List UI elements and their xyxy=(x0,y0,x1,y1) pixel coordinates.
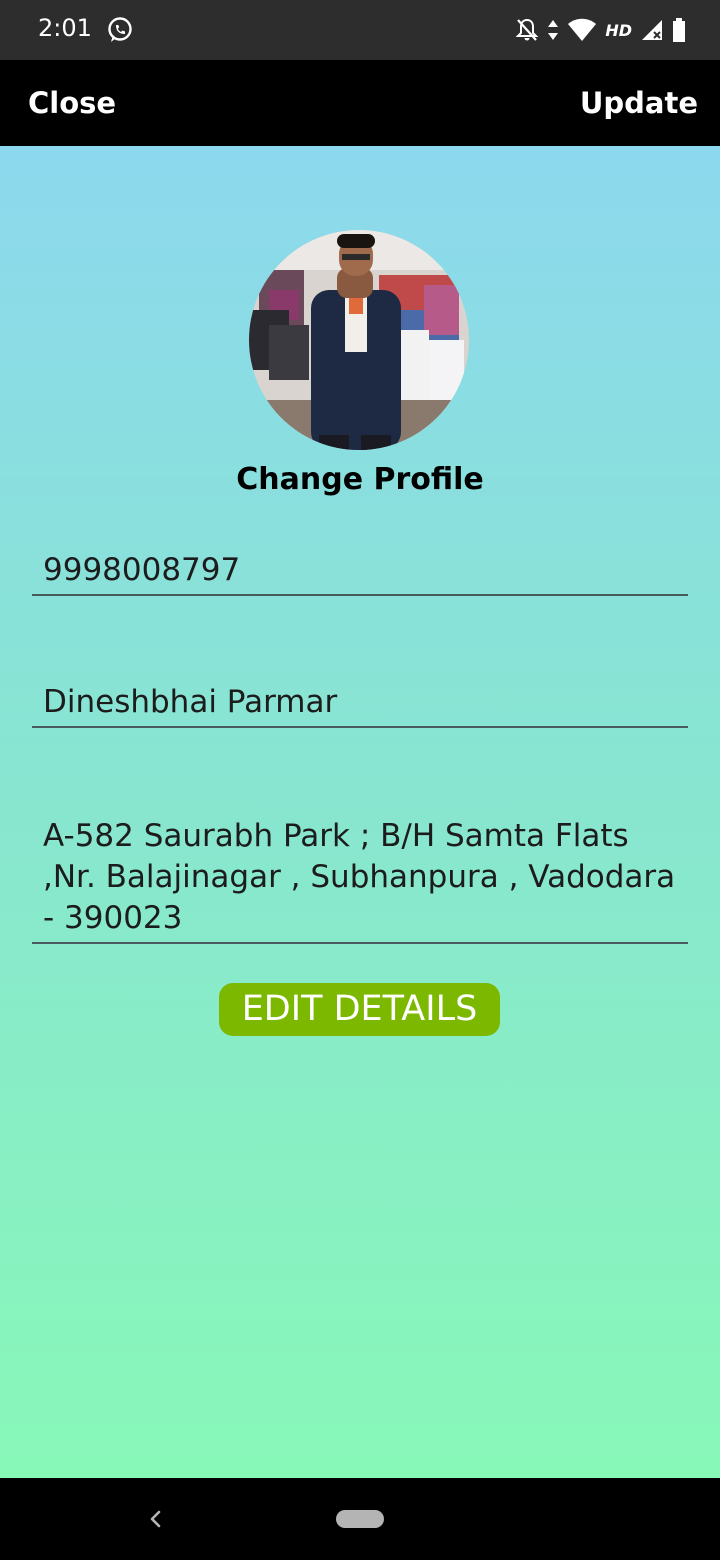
battery-icon xyxy=(672,18,686,42)
status-icons: HD xyxy=(515,16,686,44)
name-field[interactable]: Dineshbhai Parmar xyxy=(32,682,688,728)
update-button[interactable]: Update xyxy=(580,86,698,120)
profile-content: Change Profile 9998008797 Dineshbhai Par… xyxy=(0,146,720,1478)
profile-photo-icon xyxy=(249,230,469,450)
close-button[interactable]: Close xyxy=(28,86,116,120)
cellular-signal-icon xyxy=(640,18,664,42)
data-arrows-icon xyxy=(547,18,559,42)
whatsapp-icon xyxy=(106,16,134,44)
action-bar: Close Update xyxy=(0,60,720,146)
status-time: 2:01 xyxy=(38,14,92,42)
back-icon[interactable] xyxy=(146,1506,166,1532)
notifications-off-icon xyxy=(515,17,539,43)
phone-field[interactable]: 9998008797 xyxy=(32,550,688,596)
wifi-icon xyxy=(567,18,597,42)
change-profile-label[interactable]: Change Profile xyxy=(0,462,720,497)
address-field[interactable]: A-582 Saurabh Park ; B/H Samta Flats ,Nr… xyxy=(32,816,688,944)
home-pill-button[interactable] xyxy=(336,1510,384,1528)
navigation-bar xyxy=(0,1478,720,1560)
profile-avatar[interactable] xyxy=(249,230,469,450)
status-bar: 2:01 HD xyxy=(0,0,720,60)
edit-details-button[interactable]: EDIT DETAILS xyxy=(219,983,500,1036)
network-type-label: HD xyxy=(605,20,632,40)
